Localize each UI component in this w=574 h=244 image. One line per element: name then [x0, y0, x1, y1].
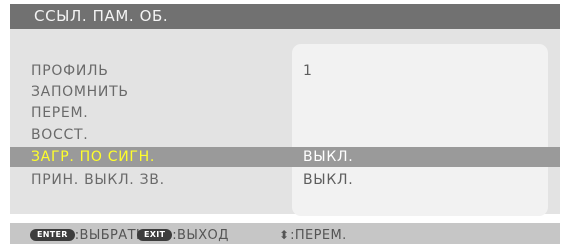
- osd-window: ССЫЛ. ПАМ. ОБ. ПРОФИЛЬ 1 ЗАПОМНИТЬ ПЕРЕМ…: [0, 0, 574, 244]
- menu-row-value: 1: [303, 63, 313, 79]
- menu-row-load-by-signal[interactable]: ЗАГР. ПО СИГН. ВЫКЛ.: [10, 147, 560, 167]
- footer-hints: ENTER :ВЫБРАТЬ EXIT :ВЫХОД ⬍ :ПЕРЕМ.: [10, 223, 560, 244]
- hint-enter: ENTER :ВЫБРАТЬ: [30, 227, 145, 243]
- menu-panel: ПРОФИЛЬ 1 ЗАПОМНИТЬ ПЕРЕМ. ВОССТ. ЗАГР. …: [10, 29, 560, 216]
- menu-row-label: ПРОФИЛЬ: [31, 63, 109, 79]
- hint-exit: EXIT :ВЫХОД: [137, 227, 229, 243]
- menu-row-profile[interactable]: ПРОФИЛЬ 1: [10, 61, 560, 81]
- title-bar: ССЫЛ. ПАМ. ОБ.: [10, 4, 560, 29]
- menu-row-restore[interactable]: ВОССТ.: [10, 125, 560, 145]
- menu-row-label: ЗАПОМНИТЬ: [31, 84, 129, 100]
- hint-enter-text: :ВЫБРАТЬ: [74, 227, 146, 243]
- up-down-arrows-icon: ⬍: [279, 228, 290, 242]
- menu-row-label: ЗАГР. ПО СИГН.: [31, 149, 155, 165]
- menu-row-value: ВЫКЛ.: [303, 172, 354, 188]
- menu-row-value: ВЫКЛ.: [303, 149, 354, 165]
- hint-move-text: :ПЕРЕМ.: [290, 227, 347, 243]
- menu-row-label: ВОССТ.: [31, 127, 89, 143]
- menu-row-move[interactable]: ПЕРЕМ.: [10, 103, 560, 123]
- enter-key-icon: ENTER: [30, 229, 75, 241]
- exit-key-icon: EXIT: [137, 229, 173, 241]
- menu-row-label: ПЕРЕМ.: [31, 105, 89, 121]
- hint-move: ⬍ :ПЕРЕМ.: [279, 227, 347, 243]
- menu-title: ССЫЛ. ПАМ. ОБ.: [34, 7, 169, 25]
- menu-row-forced-mute[interactable]: ПРИН. ВЫКЛ. ЗВ. ВЫКЛ.: [10, 170, 560, 190]
- menu-row-label: ПРИН. ВЫКЛ. ЗВ.: [31, 172, 165, 188]
- hint-exit-text: :ВЫХОД: [172, 227, 229, 243]
- menu-row-save[interactable]: ЗАПОМНИТЬ: [10, 82, 560, 102]
